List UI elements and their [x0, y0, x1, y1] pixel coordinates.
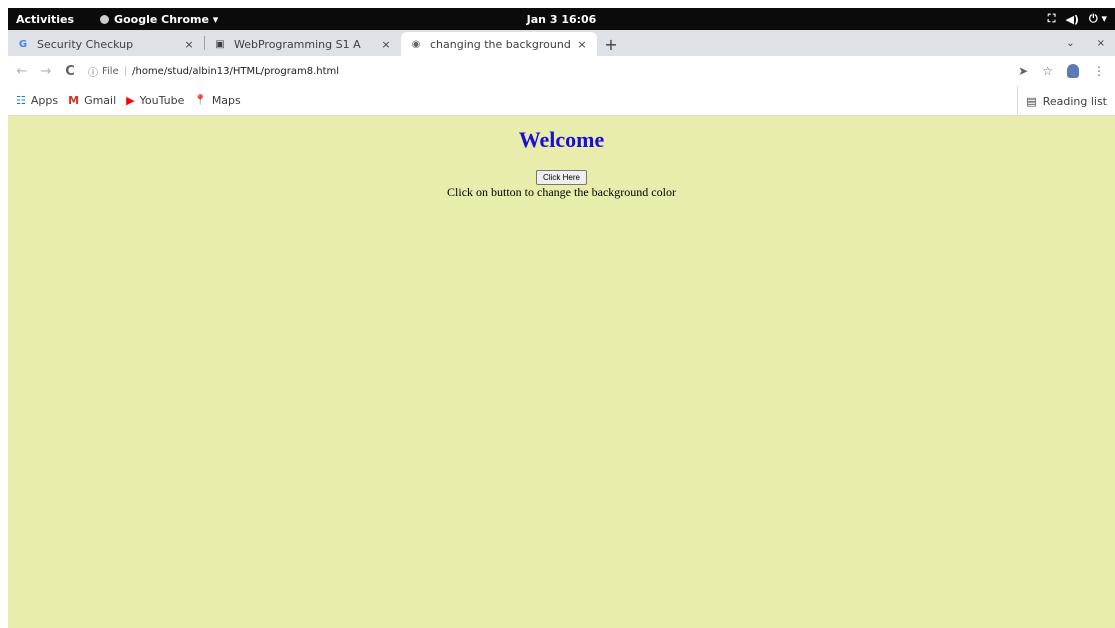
tab-title: WebProgramming S1 A: [234, 37, 361, 51]
bookmark-maps[interactable]: 📍 Maps: [194, 94, 240, 107]
network-icon: ⛶: [1047, 12, 1056, 25]
new-tab-button[interactable]: +: [597, 32, 625, 56]
close-tab-icon[interactable]: ×: [182, 38, 196, 51]
toolbar-actions: ➤ ☆ ⋮: [1018, 64, 1105, 78]
close-tab-icon[interactable]: ×: [575, 38, 589, 51]
system-top-bar: Jan 3 16:06 Activities Google Chrome ▾ ⛶…: [8, 8, 1115, 30]
apps-icon: ☷: [16, 94, 26, 107]
site-info-icon[interactable]: ⓘ: [88, 64, 98, 79]
tabstrip-controls: ⌄ ×: [1066, 30, 1105, 56]
volume-icon: ◀): [1065, 12, 1079, 26]
bookmark-apps[interactable]: ☷ Apps: [16, 94, 58, 107]
page-content: Welcome Click Here Click on button to ch…: [8, 117, 1115, 628]
instruction-text: Click on button to change the background…: [447, 185, 676, 199]
chrome-icon: [100, 14, 110, 24]
classroom-icon: ▣: [215, 38, 225, 50]
click-here-button[interactable]: Click Here: [536, 170, 587, 185]
tab-title: Security Checkup: [37, 37, 134, 51]
bookmark-youtube[interactable]: ▶ YouTube: [126, 94, 184, 107]
screen: Jan 3 16:06 Activities Google Chrome ▾ ⛶…: [8, 8, 1115, 628]
tab-changing-background[interactable]: ◉ changing the background ×: [401, 32, 597, 56]
reading-list-icon: ▤: [1026, 94, 1037, 108]
page-heading: Welcome: [518, 127, 605, 152]
bookmark-label: Maps: [211, 94, 241, 107]
clock[interactable]: Jan 3 16:06: [527, 13, 597, 26]
url-divider: |: [123, 65, 128, 77]
tab-webprogramming[interactable]: ▣ WebProgramming S1 A ×: [205, 32, 401, 56]
reading-list-button[interactable]: ▤ Reading list: [1017, 86, 1107, 116]
system-tray[interactable]: ⛶ ◀) ⏻ ▾: [1048, 8, 1107, 30]
gmail-icon: M: [68, 94, 80, 107]
send-icon[interactable]: ➤: [1018, 64, 1028, 78]
url-text: /home/stud/albin13/HTML/program8.html: [132, 65, 340, 77]
browser-toolbar: ← → C ⓘ File | /home/stud/albin13/HTML/p…: [8, 56, 1115, 86]
tab-security-checkup[interactable]: G Security Checkup ×: [8, 32, 204, 56]
bookmark-gmail[interactable]: M Gmail: [68, 94, 116, 107]
reload-icon[interactable]: C: [60, 64, 80, 79]
window-close-icon[interactable]: ×: [1097, 38, 1105, 49]
app-menu-label: Google Chrome ▾: [114, 12, 219, 26]
close-tab-icon[interactable]: ×: [379, 38, 393, 51]
menu-icon[interactable]: ⋮: [1093, 64, 1105, 78]
tab-search-icon[interactable]: ⌄: [1066, 38, 1074, 49]
power-icon: ⏻ ▾: [1088, 12, 1107, 25]
url-scheme: File: [102, 65, 119, 77]
youtube-icon: ▶: [126, 94, 135, 107]
address-bar[interactable]: ⓘ File | /home/stud/albin13/HTML/program…: [88, 60, 1018, 82]
tab-strip: G Security Checkup × ▣ WebProgramming S1…: [8, 30, 1115, 56]
bookmark-label: Apps: [30, 94, 59, 107]
bookmark-star-icon[interactable]: ☆: [1042, 64, 1053, 78]
app-menu[interactable]: Google Chrome ▾: [100, 13, 218, 26]
tab-title: changing the background: [430, 37, 571, 51]
back-icon[interactable]: ←: [12, 64, 32, 79]
globe-icon: ◉: [411, 38, 421, 50]
bookmark-label: YouTube: [139, 94, 185, 107]
forward-icon[interactable]: →: [36, 64, 56, 79]
profile-avatar[interactable]: [1067, 64, 1079, 78]
reading-list-label: Reading list: [1042, 94, 1107, 108]
google-icon: G: [18, 38, 28, 50]
bookmarks-bar: ☷ Apps M Gmail ▶ YouTube 📍 Maps ▤ Readin…: [8, 86, 1115, 116]
bookmark-label: Gmail: [84, 94, 117, 107]
maps-icon: 📍: [194, 95, 207, 106]
activities-button[interactable]: Activities: [8, 13, 88, 26]
